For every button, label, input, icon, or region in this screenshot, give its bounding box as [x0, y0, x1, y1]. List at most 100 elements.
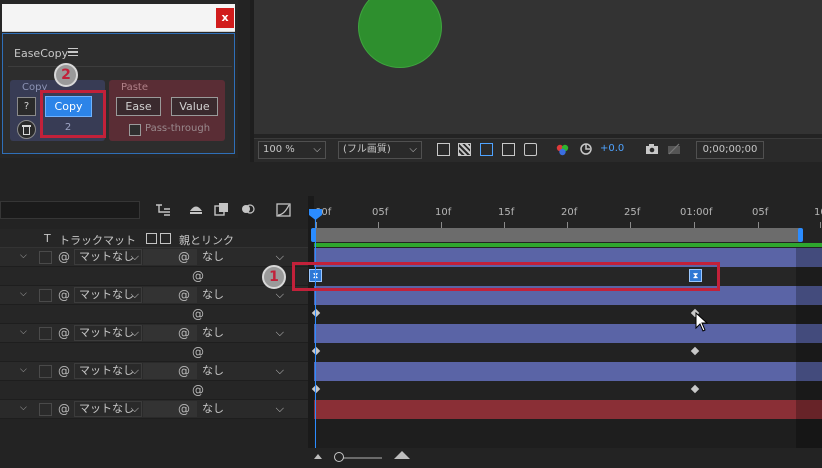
hamburger-icon[interactable]: [68, 48, 78, 56]
layer-duration-bar[interactable]: [314, 400, 822, 419]
ruler-label: 05f: [372, 207, 389, 218]
exposure-value[interactable]: +0.0: [600, 143, 624, 154]
ruler-label: 25f: [624, 207, 641, 218]
show-snapshot-icon[interactable]: [667, 143, 681, 155]
parent-select[interactable]: なし ⌵: [200, 401, 288, 417]
expression-pickwhip-icon[interactable]: @: [192, 343, 204, 362]
parent-pickwhip-icon[interactable]: @: [178, 248, 190, 267]
layer-row[interactable]: ⌵ @ マットなし ⌵ @ なし ⌵: [0, 324, 308, 343]
zoom-select[interactable]: 100 % ⌵: [258, 141, 326, 159]
step-badge-1: 1: [262, 265, 286, 289]
pickwhip-icon[interactable]: @: [58, 286, 70, 305]
zoom-out-icon[interactable]: [314, 454, 322, 459]
property-row[interactable]: @: [0, 305, 308, 324]
copy-highlight-box: [40, 90, 106, 138]
track-matte-switch[interactable]: [39, 403, 52, 416]
region-of-interest-icon[interactable]: [502, 143, 515, 156]
track-matte-select[interactable]: マットなし ⌵: [74, 287, 142, 303]
layer-row[interactable]: ⌵ @ マットなし ⌵ @ なし ⌵: [0, 286, 308, 305]
expression-pickwhip-icon[interactable]: @: [192, 267, 204, 286]
motion-blur-icon[interactable]: [240, 202, 256, 216]
chevron-down-icon[interactable]: ⌵: [20, 251, 27, 261]
parent-select[interactable]: なし ⌵: [200, 363, 288, 379]
beyond-comp-area: [796, 248, 822, 448]
paste-ease-button[interactable]: Ease: [116, 97, 161, 116]
playhead-line[interactable]: [315, 214, 316, 448]
parent-pickwhip-icon[interactable]: @: [178, 286, 190, 305]
layer-duration-bar[interactable]: [314, 324, 822, 343]
pickwhip-icon[interactable]: @: [58, 248, 70, 267]
preserve-transparency-icon: [146, 233, 157, 244]
parent-pickwhip-icon[interactable]: @: [178, 324, 190, 343]
exposure-reset-icon[interactable]: [579, 142, 593, 156]
layer-search-input[interactable]: [0, 201, 140, 219]
parent-link-column: 親とリンク: [179, 234, 234, 247]
graph-editor-icon[interactable]: [276, 201, 292, 217]
track-matte-select[interactable]: マットなし ⌵: [74, 401, 142, 417]
current-time-display[interactable]: 0;00;00;00: [696, 141, 764, 159]
pickwhip-icon[interactable]: @: [58, 362, 70, 381]
ruler-label: 10f: [435, 207, 452, 218]
property-row[interactable]: @: [0, 381, 308, 400]
mask-path-icon[interactable]: [480, 143, 493, 156]
ruler-label: 05f: [752, 207, 769, 218]
work-area-bar[interactable]: [313, 228, 801, 242]
work-area-end-handle[interactable]: [798, 228, 803, 242]
layer-row[interactable]: ⌵ @ マットなし ⌵ @ なし ⌵: [0, 362, 308, 381]
composition-flowchart-icon[interactable]: [155, 202, 171, 216]
chevron-down-icon[interactable]: ⌵: [20, 327, 27, 337]
panel-title: EaseCopy: [14, 47, 69, 60]
mouse-cursor-icon: [695, 311, 709, 335]
window-titlebar[interactable]: [2, 4, 235, 32]
snapshot-toggle-icon[interactable]: [437, 143, 450, 156]
layer-row[interactable]: ⌵ @ マットなし ⌵ @ なし ⌵: [0, 248, 308, 267]
paste-value-button[interactable]: Value: [171, 97, 218, 116]
property-row[interactable]: @: [0, 343, 308, 362]
time-zoom-slider[interactable]: [338, 457, 382, 459]
transparency-grid-icon[interactable]: [458, 143, 471, 156]
parent-select[interactable]: なし ⌵: [200, 287, 288, 303]
property-track[interactable]: [314, 381, 822, 400]
composition-viewer[interactable]: [250, 0, 822, 134]
property-track[interactable]: [314, 343, 822, 362]
ruler-label: 15f: [498, 207, 515, 218]
expression-pickwhip-icon[interactable]: @: [192, 381, 204, 400]
pass-through-checkbox[interactable]: [129, 124, 141, 136]
help-button[interactable]: ?: [17, 97, 36, 116]
resolution-select[interactable]: (フル画質) ⌵: [338, 141, 422, 159]
close-button[interactable]: x: [216, 8, 234, 28]
track-matte-switch[interactable]: [39, 251, 52, 264]
shy-layers-icon[interactable]: [188, 202, 204, 216]
parent-select[interactable]: なし ⌵: [200, 249, 288, 265]
parent-select[interactable]: なし ⌵: [200, 325, 288, 341]
camera-icon[interactable]: [645, 143, 659, 155]
parent-pickwhip-icon[interactable]: @: [178, 400, 190, 419]
track-matte-switch[interactable]: [39, 289, 52, 302]
pass-through-label: Pass-through: [145, 123, 211, 134]
step-badge-2: 2: [54, 63, 78, 87]
pickwhip-icon[interactable]: @: [58, 324, 70, 343]
layer-duration-bar[interactable]: [314, 362, 822, 381]
pickwhip-icon[interactable]: @: [58, 400, 70, 419]
track-matte-switch[interactable]: [39, 327, 52, 340]
color-channels-icon[interactable]: [556, 143, 569, 156]
time-zoom-knob[interactable]: [334, 452, 344, 462]
paste-group-label: Paste: [121, 82, 148, 93]
zoom-in-icon[interactable]: [394, 451, 410, 459]
layer-row[interactable]: ⌵ @ マットなし ⌵ @ なし ⌵: [0, 400, 308, 419]
chevron-down-icon[interactable]: ⌵: [20, 289, 27, 299]
chevron-down-icon[interactable]: ⌵: [20, 403, 27, 413]
frame-blending-icon[interactable]: [214, 202, 230, 216]
track-matte-select[interactable]: マットなし ⌵: [74, 249, 142, 265]
chevron-down-icon[interactable]: ⌵: [20, 365, 27, 375]
parent-pickwhip-icon[interactable]: @: [178, 362, 190, 381]
track-matte-select[interactable]: マットなし ⌵: [74, 325, 142, 341]
track-matte-switch[interactable]: [39, 365, 52, 378]
trash-icon[interactable]: [17, 120, 36, 139]
expression-pickwhip-icon[interactable]: @: [192, 305, 204, 324]
grid-guides-icon[interactable]: [524, 143, 537, 156]
ruler-label: 10: [814, 207, 822, 218]
property-track[interactable]: [314, 305, 822, 324]
track-matte-select[interactable]: マットなし ⌵: [74, 363, 142, 379]
ruler-label: 20f: [561, 207, 578, 218]
